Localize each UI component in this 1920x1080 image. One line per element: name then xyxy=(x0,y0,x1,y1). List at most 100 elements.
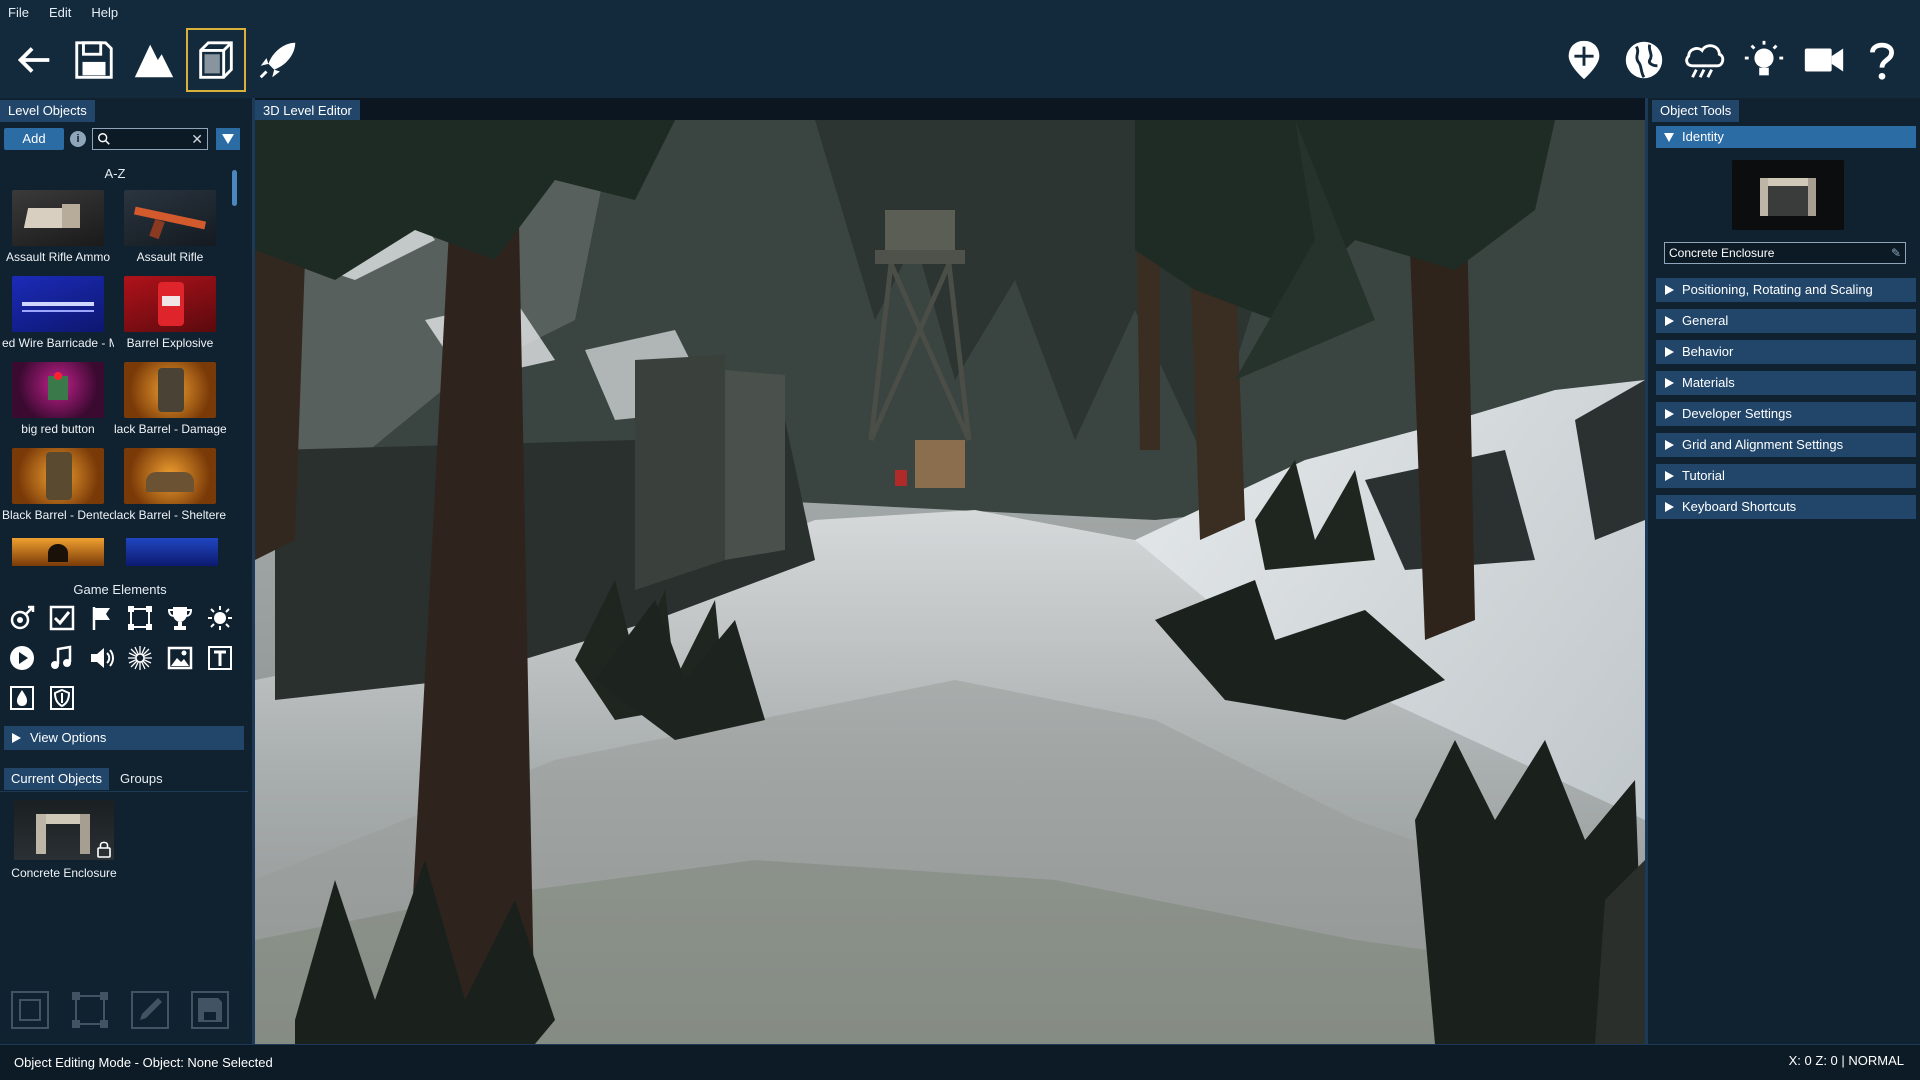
group-save-icon[interactable] xyxy=(188,988,232,1032)
objective-checkbox-icon[interactable] xyxy=(46,602,78,634)
lock-icon xyxy=(97,841,111,858)
object-thumbnail xyxy=(124,362,216,418)
selected-object-thumbnail xyxy=(1732,160,1844,230)
info-icon[interactable]: i xyxy=(70,131,86,147)
help-button[interactable] xyxy=(1852,28,1912,92)
back-button[interactable] xyxy=(4,28,64,92)
object-name-value: Concrete Enclosure xyxy=(1669,246,1775,260)
object-tile-black-barrel-damaged[interactable]: lack Barrel - Damage xyxy=(114,362,226,448)
globe-icon xyxy=(1625,41,1663,79)
object-tile-black-barrel-dented[interactable]: Black Barrel - Dented xyxy=(2,448,114,534)
back-arrow-icon xyxy=(17,47,50,73)
search-input[interactable] xyxy=(115,130,185,148)
view-options-toggle[interactable]: View Options xyxy=(4,726,244,750)
toolbar xyxy=(0,24,1920,98)
3d-level-editor-viewport[interactable]: 3D Level Editor xyxy=(252,98,1648,1044)
menu-edit[interactable]: Edit xyxy=(49,5,71,20)
level-objects-tab[interactable]: Level Objects xyxy=(0,100,95,122)
section-keyboard-shortcuts[interactable]: Keyboard Shortcuts xyxy=(1656,495,1916,519)
section-tutorial[interactable]: Tutorial xyxy=(1656,464,1916,488)
shield-icon[interactable] xyxy=(46,682,78,714)
3d-level-editor-tab[interactable]: 3D Level Editor xyxy=(255,100,360,122)
flag-icon[interactable] xyxy=(86,602,118,634)
edit-pencil-icon[interactable]: ✎ xyxy=(1891,243,1901,263)
clear-search-icon[interactable]: ✕ xyxy=(191,131,203,147)
group-select-icon[interactable] xyxy=(8,988,52,1032)
section-behavior[interactable]: Behavior xyxy=(1656,340,1916,364)
lighting-button[interactable] xyxy=(1734,28,1794,92)
search-icon xyxy=(98,133,110,145)
current-object-label: Concrete Enclosure xyxy=(11,866,117,880)
az-heading: A-Z xyxy=(104,166,126,181)
object-tools-panel: Object Tools Identity Concrete Enclosure… xyxy=(1652,98,1920,1044)
particle-effect-icon[interactable] xyxy=(124,642,156,674)
save-button[interactable] xyxy=(64,28,124,92)
object-thumbnail xyxy=(12,448,104,504)
trophy-icon[interactable] xyxy=(164,602,196,634)
object-thumbnail xyxy=(12,276,104,332)
game-elements-heading: Game Elements xyxy=(73,582,167,597)
status-mode-text: Object Editing Mode - Object: None Selec… xyxy=(14,1055,273,1070)
chevron-down-icon xyxy=(222,134,234,144)
object-tile-wire-barricade[interactable]: ed Wire Barricade - Me xyxy=(2,276,114,362)
launch-button[interactable] xyxy=(248,28,308,92)
object-thumbnail-partial[interactable] xyxy=(126,538,218,566)
section-grid-alignment-settings[interactable]: Grid and Alignment Settings xyxy=(1656,433,1916,457)
video-camera-icon xyxy=(1804,48,1844,72)
tab-groups[interactable]: Groups xyxy=(118,768,165,790)
object-label: Assault Rifle Ammo xyxy=(5,250,111,264)
object-label: Assault Rifle xyxy=(136,250,204,264)
spawn-point-icon[interactable] xyxy=(6,602,38,634)
object-tools-tab[interactable]: Object Tools xyxy=(1652,100,1740,122)
scene-render[interactable] xyxy=(255,120,1645,1044)
object-thumbnail-partial[interactable] xyxy=(12,538,104,566)
menu-bar: File Edit Help xyxy=(0,0,1920,24)
section-general[interactable]: General xyxy=(1656,309,1916,333)
object-tile-assault-rifle-ammo[interactable]: Assault Rifle Ammo xyxy=(2,190,114,276)
section-positioning-rotating-scaling[interactable]: Positioning, Rotating and Scaling xyxy=(1656,278,1916,302)
section-materials[interactable]: Materials xyxy=(1656,371,1916,395)
object-list-scrollbar[interactable] xyxy=(232,170,237,206)
object-label: lack Barrel - Damage xyxy=(114,422,226,436)
object-tile-black-barrel-sheltered[interactable]: lack Barrel - Sheltere xyxy=(114,448,226,534)
object-thumbnail xyxy=(124,276,216,332)
menu-help[interactable]: Help xyxy=(91,5,118,20)
menu-file[interactable]: File xyxy=(8,5,29,20)
level-editor-app: File Edit Help Level Objects Add i ✕ A-Z… xyxy=(0,0,1920,1080)
speaker-icon[interactable] xyxy=(86,642,118,674)
object-editor-button[interactable] xyxy=(186,28,246,92)
water-drop-icon[interactable] xyxy=(6,682,38,714)
level-objects-panel: Level Objects Add i ✕ A-Z Assault Rifle … xyxy=(0,98,248,1044)
object-tile-assault-rifle[interactable]: Assault Rifle xyxy=(114,190,226,276)
current-objects-tabs: Current Objects Groups xyxy=(0,768,248,792)
group-edit-icon[interactable] xyxy=(128,988,172,1032)
terrain-button[interactable] xyxy=(124,28,184,92)
area-trigger-icon[interactable] xyxy=(124,602,156,634)
play-icon[interactable] xyxy=(6,642,38,674)
rocket-icon xyxy=(259,42,296,79)
object-name-field[interactable]: Concrete Enclosure ✎ xyxy=(1664,242,1906,264)
current-object-item[interactable]: Concrete Enclosure xyxy=(6,800,122,880)
image-icon[interactable] xyxy=(164,642,196,674)
object-thumbnail xyxy=(124,190,216,246)
object-tile-big-red-button[interactable]: big red button xyxy=(2,362,114,448)
tab-current-objects[interactable]: Current Objects xyxy=(4,768,110,790)
terrain-mountain-icon xyxy=(134,44,174,78)
music-note-icon[interactable] xyxy=(46,642,78,674)
light-source-icon[interactable] xyxy=(204,602,236,634)
text-icon[interactable] xyxy=(204,642,236,674)
object-tile-barrel-explosive[interactable]: Barrel Explosive xyxy=(114,276,226,362)
add-button[interactable]: Add xyxy=(4,128,64,150)
waypoint-button[interactable] xyxy=(1554,28,1614,92)
object-label: big red button xyxy=(21,422,95,436)
identity-section-header[interactable]: Identity xyxy=(1656,126,1916,148)
weather-button[interactable] xyxy=(1674,28,1734,92)
search-field[interactable]: ✕ xyxy=(92,128,208,150)
world-button[interactable] xyxy=(1614,28,1674,92)
section-developer-settings[interactable]: Developer Settings xyxy=(1656,402,1916,426)
group-transform-icon[interactable] xyxy=(68,988,112,1032)
status-coordinates: X: 0 Z: 0 | NORMAL xyxy=(1788,1053,1904,1068)
object-thumbnail xyxy=(12,190,104,246)
filter-dropdown-button[interactable] xyxy=(216,128,240,150)
camera-button[interactable] xyxy=(1794,28,1854,92)
